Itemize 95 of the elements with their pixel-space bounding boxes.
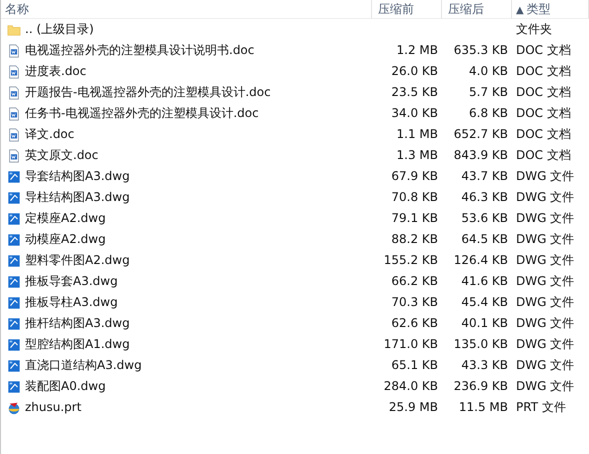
file-name[interactable]: 推板导套A3.dwg [25,271,118,292]
drawing-file-icon [7,378,21,394]
file-type: DOC 文档 [516,85,571,99]
file-name[interactable]: 塑料零件图A2.dwg [25,250,130,271]
size-after: 41.6 KB [461,274,508,288]
file-type: DWG 文件 [516,232,574,246]
file-type: DOC 文档 [516,64,571,78]
drawing-file-icon [7,358,21,374]
file-type: DWG 文件 [516,211,574,225]
file-name[interactable]: 直浇口道结构A3.dwg [25,355,142,376]
size-after: 43.3 KB [461,358,508,372]
file-type: DOC 文档 [516,148,571,162]
file-name[interactable]: 开题报告-电视遥控器外壳的注塑模具设计.doc [25,82,271,103]
size-after: 45.4 KB [461,295,508,309]
size-before: 67.9 KB [391,169,438,183]
document-icon [7,126,21,142]
file-type: DWG 文件 [516,295,574,309]
file-name[interactable]: 导柱结构图A3.dwg [25,187,130,208]
file-type: PRT 文件 [516,400,566,414]
file-name[interactable]: 动模座A2.dwg [25,229,106,250]
file-name[interactable]: 导套结构图A3.dwg [25,166,130,187]
size-before: 25.9 MB [388,400,438,414]
file-name[interactable]: 进度表.doc [25,61,86,82]
size-after: 53.6 KB [461,211,508,225]
file-type: 文件夹 [516,22,552,36]
document-icon [7,84,21,100]
size-before: 70.8 KB [391,190,438,204]
file-type: DWG 文件 [516,379,574,393]
file-name[interactable]: 译文.doc [25,124,74,145]
size-before: 79.1 KB [391,211,438,225]
size-after: 135.0 KB [454,337,508,351]
file-type: DWG 文件 [516,274,574,288]
size-before: 1.1 MB [396,127,438,141]
column-header[interactable]: 名称 [1,0,372,19]
file-type: DOC 文档 [516,127,571,141]
file-name[interactable]: 定模座A2.dwg [25,208,106,229]
size-before: 65.1 KB [391,358,438,372]
size-after: 5.7 KB [469,85,508,99]
size-after: 40.1 KB [461,316,508,330]
drawing-file-icon [7,316,21,332]
size-after: 43.7 KB [461,169,508,183]
size-before: 88.2 KB [391,232,438,246]
file-name[interactable]: 装配图A0.dwg [25,376,106,397]
file-type: DWG 文件 [516,169,574,183]
file-type: DWG 文件 [516,190,574,204]
size-before: 1.2 MB [396,43,438,57]
size-before: 155.2 KB [384,253,438,267]
size-after: 635.3 KB [454,43,508,57]
size-after: 236.9 KB [454,379,508,393]
size-before: 23.5 KB [391,85,438,99]
size-before: 26.0 KB [391,64,438,78]
file-name[interactable]: 任务书-电视遥控器外壳的注塑模具设计.doc [25,103,259,124]
file-name[interactable]: 英文原文.doc [25,145,98,166]
size-before: 1.3 MB [396,148,438,162]
size-after: 64.5 KB [461,232,508,246]
file-type: DWG 文件 [516,358,574,372]
drawing-file-icon [7,232,21,248]
size-before: 62.6 KB [391,316,438,330]
file-type: DOC 文档 [516,106,571,120]
drawing-file-icon [7,336,21,352]
file-type: DWG 文件 [516,253,574,267]
size-before: 284.0 KB [384,379,438,393]
document-icon [7,42,21,58]
size-after: 46.3 KB [461,190,508,204]
file-name[interactable]: .. (上级目录) [25,19,94,40]
size-after: 4.0 KB [469,64,508,78]
drawing-file-icon [7,294,21,310]
file-name[interactable]: 型腔结构图A1.dwg [25,334,130,355]
size-before: 171.0 KB [384,337,438,351]
file-name[interactable]: 电视遥控器外壳的注塑模具设计说明书.doc [25,40,254,61]
size-after: 652.7 KB [454,127,508,141]
column-header[interactable]: ▲ 类型 [512,0,589,19]
file-type: DWG 文件 [516,316,574,330]
size-after: 126.4 KB [454,253,508,267]
file-name[interactable]: zhusu.prt [25,397,82,418]
size-before: 70.3 KB [391,295,438,309]
size-after: 11.5 MB [458,400,508,414]
column-header[interactable]: 压缩后 [442,0,512,19]
size-after: 6.8 KB [469,106,508,120]
column-header[interactable]: 压缩前 [372,0,442,19]
size-before: 66.2 KB [391,274,438,288]
document-icon [7,148,21,164]
size-before: 34.0 KB [391,106,438,120]
drawing-file-icon [7,210,21,226]
drawing-file-icon [7,274,21,290]
drawing-file-icon [7,252,21,268]
file-type: DOC 文档 [516,43,571,57]
document-icon [7,64,21,80]
size-after: 843.9 KB [454,148,508,162]
drawing-file-icon [7,168,21,184]
document-icon [7,106,21,122]
file-name[interactable]: 推板导柱A3.dwg [25,292,118,313]
file-name[interactable]: 推杆结构图A3.dwg [25,313,130,334]
file-type: DWG 文件 [516,337,574,351]
drawing-file-icon [7,190,21,206]
